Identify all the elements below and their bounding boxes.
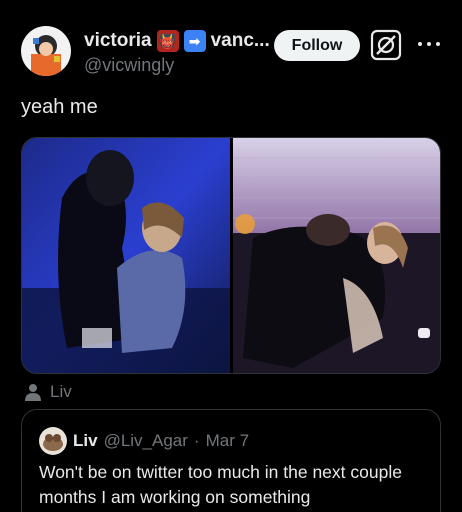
- quoted-tweet-text: Won't be on twitter too much in the next…: [39, 462, 402, 507]
- grok-icon[interactable]: [369, 28, 403, 62]
- media-grid: [21, 137, 441, 374]
- quoted-author-handle: @Liv_Agar: [103, 431, 188, 450]
- more-options-icon[interactable]: [418, 34, 440, 54]
- follow-button[interactable]: Follow: [274, 30, 360, 61]
- person-icon: [25, 384, 41, 401]
- media-image-2[interactable]: [232, 138, 440, 373]
- author-display-name[interactable]: victoria: [84, 30, 152, 52]
- quoted-tweet-header: Liv @Liv_Agar · Mar 7: [39, 427, 250, 455]
- author-avatar[interactable]: [21, 26, 71, 76]
- tweet-page: victoria 👹 ➡ vanc... @vicwingly Follow y…: [0, 0, 462, 512]
- tagged-people[interactable]: Liv: [24, 381, 72, 403]
- tweet-text: yeah me: [21, 96, 98, 118]
- quoted-separator: ·: [193, 431, 200, 450]
- author-name-truncated[interactable]: vanc...: [211, 30, 270, 52]
- right-arrow-emoji-icon: ➡: [183, 30, 206, 52]
- quoted-author-avatar: [39, 427, 67, 455]
- tagged-name[interactable]: Liv: [50, 382, 72, 402]
- quoted-tweet[interactable]: Liv @Liv_Agar · Mar 7 Won't be on twitte…: [21, 409, 441, 512]
- quoted-author-name: Liv: [73, 431, 98, 450]
- author-handle[interactable]: @vicwingly: [84, 55, 174, 76]
- quoted-date: Mar 7: [205, 431, 250, 450]
- media-image-1[interactable]: [22, 138, 230, 373]
- ogre-emoji-icon: 👹: [156, 30, 179, 52]
- author-name-row[interactable]: victoria 👹 ➡ vanc...: [84, 27, 270, 55]
